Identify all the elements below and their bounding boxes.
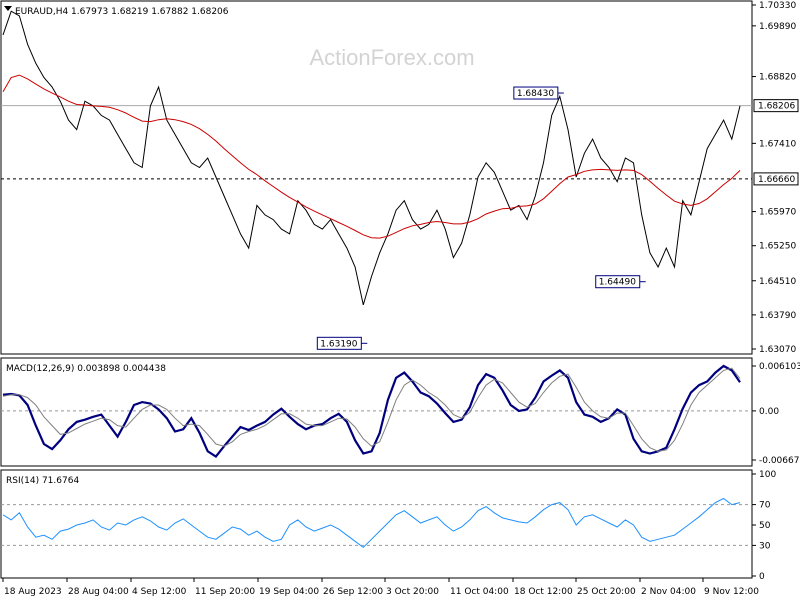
rsi-y-tick-label: 100 [759, 470, 776, 480]
annotation-label: 1.63190 [320, 339, 357, 349]
x-axis: 18 Aug 2023 28 Aug 04:00 4 Sep 12:00 11 Sep… [2, 578, 759, 597]
macd-y-axis: 0.006103 0.00 -0.006679 [752, 362, 800, 466]
rsi-panel [0, 469, 753, 579]
forex-chart: ActionForex.com 1.68430 1.63190 1.64490 EU… [0, 0, 800, 597]
current-price-label: 1.68206 [758, 102, 795, 112]
macd-y-tick-label: -0.006679 [759, 456, 800, 466]
macd-panel [0, 357, 753, 467]
price-y-tick-label: 1.63790 [759, 311, 796, 321]
support-price-label: 1.66660 [758, 175, 795, 185]
rsi-y-tick-label: 70 [759, 501, 771, 511]
rsi-panel-title: RSI(14) 71.6764 [6, 476, 79, 486]
annotation-label: 1.64490 [599, 278, 636, 288]
rsi-y-tick-label: 30 [759, 541, 771, 551]
macd-y-tick-label: 0.00 [759, 407, 779, 417]
watermark: ActionForex.com [309, 45, 474, 70]
rsi-y-axis: 100 70 50 30 0 [752, 470, 776, 582]
macd-y-tick-label: 0.006103 [759, 362, 800, 372]
price-y-tick-label: 1.65970 [759, 208, 796, 218]
x-tick-label: 4 Sep 12:00 [132, 587, 187, 597]
rsi-y-tick-label: 50 [759, 521, 771, 531]
price-y-tick-label: 1.68820 [759, 73, 796, 83]
price-y-tick-label: 1.70330 [759, 1, 796, 11]
x-tick-label: 18 Oct 12:00 [514, 587, 573, 597]
x-tick-label: 2 Nov 04:00 [641, 587, 696, 597]
x-tick-label: 28 Aug 04:00 [68, 587, 129, 597]
x-tick-label: 3 Oct 20:00 [386, 587, 439, 597]
x-tick-label: 19 Sep 04:00 [259, 587, 319, 597]
price-y-tick-label: 1.69890 [759, 22, 796, 32]
x-tick-label: 11 Oct 04:00 [450, 587, 509, 597]
x-tick-label: 26 Sep 12:00 [323, 587, 383, 597]
price-y-tick-label: 1.65250 [759, 242, 796, 252]
x-tick-label: 25 Oct 20:00 [577, 587, 636, 597]
price-y-tick-label: 1.63070 [759, 345, 796, 355]
price-panel-title: EURAUD,H4 1.67973 1.68219 1.67882 1.6820… [15, 7, 229, 17]
price-y-tick-label: 1.64510 [759, 277, 796, 287]
price-y-axis: 1.70330 1.69890 1.68820 1.67410 1.65970 1.652… [752, 1, 799, 355]
annotation-label: 1.68430 [517, 89, 554, 99]
rsi-y-tick-label: 0 [759, 572, 765, 582]
x-tick-label: 9 Nov 12:00 [704, 587, 759, 597]
price-y-tick-label: 1.67410 [759, 139, 796, 149]
macd-panel-title: MACD(12,26,9) 0.003898 0.004438 [6, 364, 166, 374]
x-tick-label: 18 Aug 2023 [4, 587, 62, 597]
x-tick-label: 11 Sep 20:00 [195, 587, 255, 597]
